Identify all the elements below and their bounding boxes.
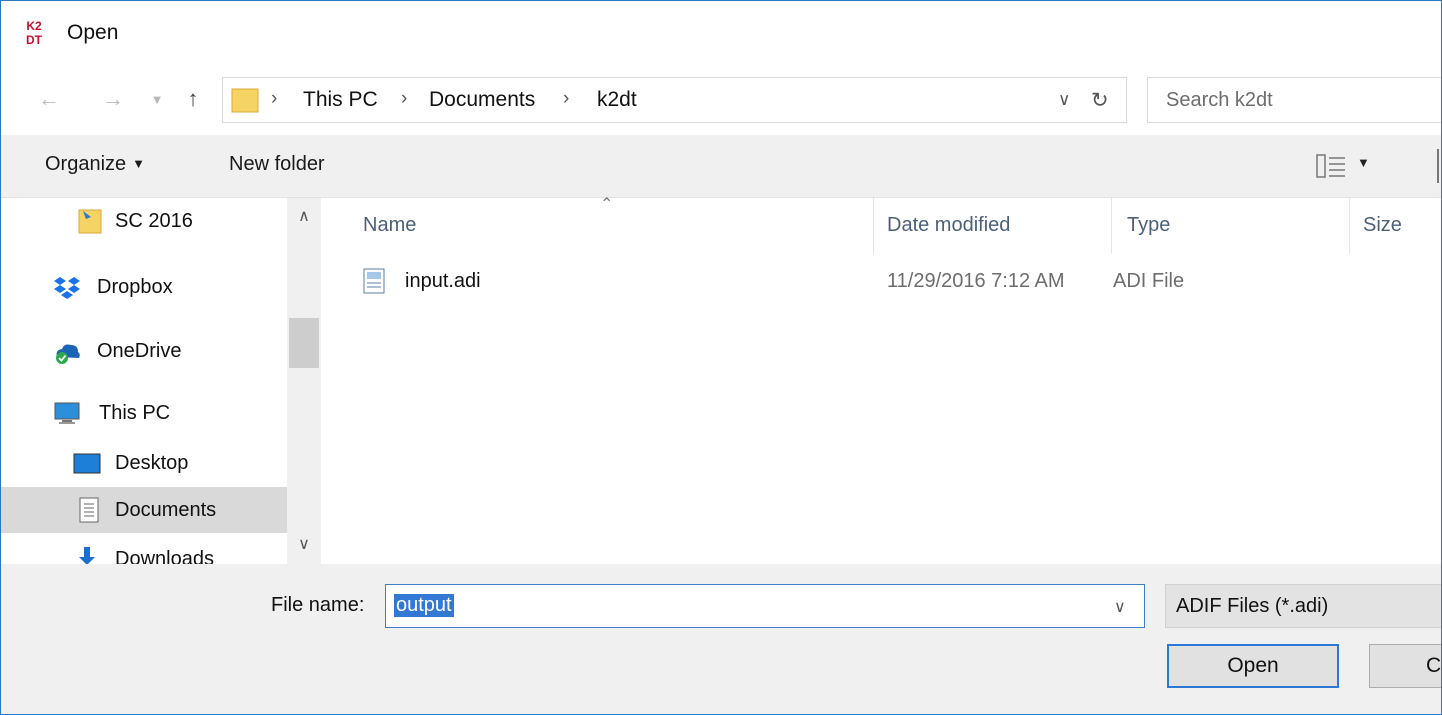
downloads-icon bbox=[79, 547, 95, 564]
svg-text:DT: DT bbox=[26, 33, 43, 46]
svg-text:K2: K2 bbox=[26, 19, 42, 33]
arrow-up-icon[interactable]: ↑ bbox=[179, 85, 207, 113]
desktop-icon bbox=[73, 453, 101, 474]
breadcrumb-separator: › bbox=[271, 88, 278, 109]
column-divider[interactable] bbox=[873, 198, 874, 254]
file-type-select[interactable]: ADIF Files (*.adi) bbox=[1165, 584, 1441, 628]
cancel-button[interactable]: Ca bbox=[1369, 644, 1441, 688]
column-header-name[interactable]: Name bbox=[363, 214, 416, 237]
arrow-right-icon[interactable]: → bbox=[99, 85, 127, 113]
column-divider[interactable] bbox=[1111, 198, 1112, 254]
file-name-label: File name: bbox=[271, 594, 365, 616]
computer-icon bbox=[54, 402, 80, 424]
search-input[interactable]: Search k2dt bbox=[1147, 77, 1441, 123]
scroll-up-icon[interactable]: ∧ bbox=[287, 206, 321, 226]
sort-ascending-icon: ⌃ bbox=[600, 196, 614, 213]
scrollbar-thumb[interactable] bbox=[289, 318, 319, 368]
sidebar-item-this-pc[interactable]: This PC bbox=[1, 390, 287, 436]
title-bar: K2 DT Open bbox=[1, 1, 1441, 67]
address-dropdown-icon[interactable]: ∨ bbox=[1058, 90, 1070, 110]
sidebar-item-onedrive[interactable]: OneDrive bbox=[1, 328, 287, 374]
breadcrumb-k2dt[interactable]: k2dt bbox=[597, 88, 637, 112]
file-type-value: ADIF Files (*.adi) bbox=[1176, 595, 1329, 617]
sidebar-item-desktop[interactable]: Desktop bbox=[1, 440, 287, 486]
new-folder-button[interactable]: New folder bbox=[229, 153, 325, 176]
column-header-type[interactable]: Type bbox=[1127, 214, 1170, 237]
column-divider[interactable] bbox=[1349, 198, 1350, 254]
file-list: ⌃ Name Date modified Type Size input.adi… bbox=[323, 196, 1441, 564]
organize-button[interactable]: Organize ▼ bbox=[45, 153, 145, 176]
navigation-pane: SC 2016 Dropbox OneDrive This PC Desktop… bbox=[1, 198, 323, 564]
navigation-row: ← → ▼ ↑ › This PC › Documents › k2dt ∨ ↻… bbox=[1, 71, 1441, 129]
chevron-down-icon[interactable]: ∨ bbox=[1114, 597, 1126, 617]
dropbox-icon bbox=[54, 277, 80, 299]
onedrive-icon bbox=[56, 344, 80, 364]
folder-icon bbox=[231, 88, 259, 113]
sidebar-item-documents[interactable]: Documents bbox=[1, 487, 287, 533]
sidebar-item-label: This PC bbox=[99, 402, 171, 424]
sidebar-item-label: OneDrive bbox=[97, 340, 182, 362]
file-date-cell: 11/29/2016 7:12 AM bbox=[887, 270, 1065, 292]
refresh-icon[interactable]: ↻ bbox=[1091, 88, 1109, 113]
sidebar-item-label: Downloads bbox=[115, 548, 214, 564]
scroll-down-icon[interactable]: ∨ bbox=[287, 534, 321, 554]
open-dialog: K2 DT Open ← → ▼ ↑ › This PC › Documents… bbox=[0, 0, 1442, 715]
breadcrumb-documents[interactable]: Documents bbox=[429, 88, 535, 112]
search-placeholder: Search k2dt bbox=[1166, 89, 1273, 111]
sidebar-item-label: SC 2016 bbox=[115, 210, 193, 232]
document-icon bbox=[363, 268, 385, 294]
pinned-folder-icon bbox=[78, 209, 102, 234]
address-bar[interactable]: › This PC › Documents › k2dt ∨ ↻ bbox=[222, 77, 1127, 123]
arrow-left-icon[interactable]: ← bbox=[35, 85, 63, 113]
caret-down-icon: ▼ bbox=[132, 156, 146, 171]
table-row[interactable]: input.adi 11/29/2016 7:12 AM ADI File bbox=[351, 262, 1441, 302]
pane-toggle-edge[interactable] bbox=[1437, 149, 1439, 183]
file-name-value[interactable]: output bbox=[394, 594, 454, 617]
sidebar-item-sc-2016[interactable]: SC 2016 bbox=[1, 198, 287, 244]
sidebar-item-downloads[interactable]: Downloads bbox=[1, 536, 287, 564]
column-header-size[interactable]: Size bbox=[1363, 214, 1402, 237]
k2dt-logo-icon: K2 DT bbox=[26, 19, 43, 46]
navigation-scrollbar[interactable]: ∧ ∨ bbox=[287, 198, 321, 564]
column-header-date-modified[interactable]: Date modified bbox=[887, 214, 1010, 237]
sidebar-item-label: Desktop bbox=[115, 452, 189, 474]
sidebar-item-label: Documents bbox=[115, 499, 217, 521]
documents-icon bbox=[79, 497, 99, 523]
file-type-cell: ADI File bbox=[1113, 270, 1185, 292]
bottom-panel: File name: output ∨ ADIF Files (*.adi) O… bbox=[1, 564, 1441, 714]
window-title: Open bbox=[67, 21, 119, 44]
sidebar-item-label: Dropbox bbox=[97, 276, 173, 298]
file-name-cell: input.adi bbox=[405, 270, 481, 292]
breadcrumb-separator: › bbox=[401, 88, 408, 109]
open-button[interactable]: Open bbox=[1167, 644, 1339, 688]
breadcrumb-this-pc[interactable]: This PC bbox=[303, 88, 378, 112]
chevron-down-icon[interactable]: ▼ bbox=[143, 85, 171, 113]
command-bar: Organize ▼ New folder ▼ bbox=[1, 135, 1441, 198]
breadcrumb-separator: › bbox=[563, 88, 570, 109]
file-name-input[interactable]: output ∨ bbox=[385, 584, 1145, 628]
view-caret-icon[interactable]: ▼ bbox=[1357, 155, 1370, 170]
sidebar-item-dropbox[interactable]: Dropbox bbox=[1, 264, 287, 310]
view-options-icon[interactable] bbox=[1315, 152, 1349, 180]
